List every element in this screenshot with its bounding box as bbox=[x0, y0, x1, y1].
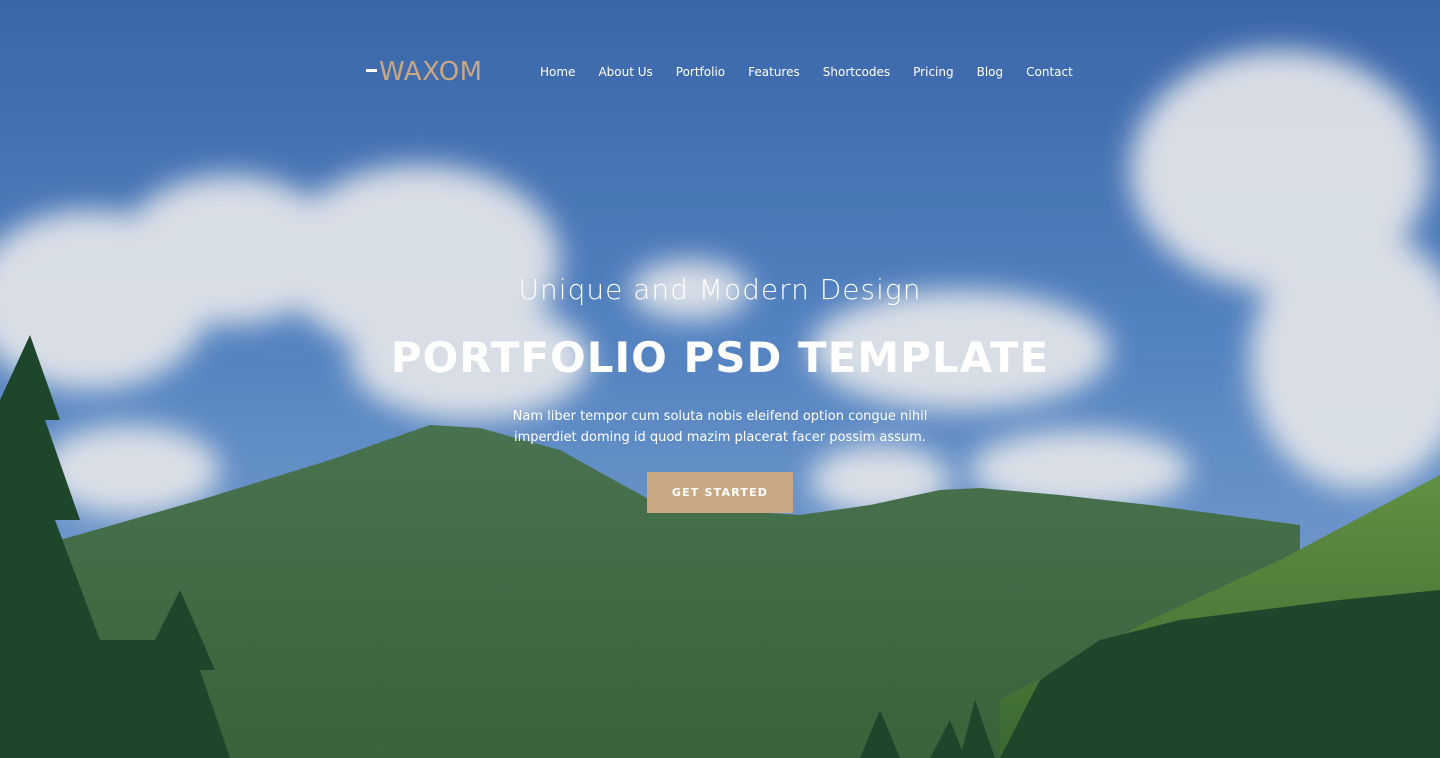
hero-subtitle: Unique and Modern Design bbox=[518, 273, 922, 306]
nav-item-blog[interactable]: Blog bbox=[977, 65, 1004, 79]
hero-content: Unique and Modern Design PORTFOLIO PSD T… bbox=[0, 270, 1440, 513]
logo[interactable]: WAXOM bbox=[366, 56, 483, 88]
logo-text: WAXOM bbox=[379, 57, 483, 87]
get-started-button[interactable]: GET STARTED bbox=[647, 472, 793, 513]
main-nav: Home About Us Portfolio Features Shortco… bbox=[540, 56, 1096, 88]
nav-item-shortcodes[interactable]: Shortcodes bbox=[823, 65, 890, 79]
nav-item-features[interactable]: Features bbox=[748, 65, 800, 79]
hero-description: Nam liber tempor cum soluta nobis eleife… bbox=[0, 406, 1440, 448]
nav-item-contact[interactable]: Contact bbox=[1026, 65, 1073, 79]
hero-description-line-1: Nam liber tempor cum soluta nobis eleife… bbox=[512, 409, 928, 424]
hero-description-line-2: imperdiet doming id quod mazim placerat … bbox=[514, 430, 926, 445]
hero-title: PORTFOLIO PSD TEMPLATE bbox=[390, 333, 1050, 382]
nav-item-about-us[interactable]: About Us bbox=[598, 65, 652, 79]
nav-item-pricing[interactable]: Pricing bbox=[913, 65, 953, 79]
nav-item-portfolio[interactable]: Portfolio bbox=[676, 65, 725, 79]
hero-section: WAXOM Home About Us Portfolio Features S… bbox=[0, 0, 1440, 758]
logo-dash-mark bbox=[366, 68, 377, 72]
navbar: WAXOM Home About Us Portfolio Features S… bbox=[0, 56, 1440, 88]
nav-item-home[interactable]: Home bbox=[540, 65, 575, 79]
